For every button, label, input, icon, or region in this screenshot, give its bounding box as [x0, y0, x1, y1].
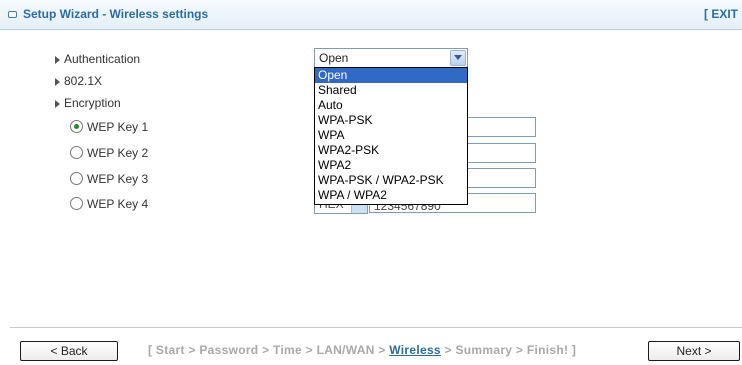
bullet-arrow-icon: [55, 56, 60, 64]
dropdown-option-wpa2[interactable]: WPA2: [315, 158, 467, 173]
wep-key-1-label: WEP Key 1: [87, 120, 149, 134]
header-bar: Setup Wizard - Wireless settings [ EXIT: [0, 0, 742, 30]
step-wireless-link[interactable]: Wireless: [389, 343, 441, 357]
dropdown-option-open[interactable]: Open: [315, 68, 467, 83]
authentication-select-value: Open: [319, 51, 349, 65]
window-icon: [8, 11, 17, 18]
authentication-select[interactable]: Open: [314, 48, 468, 68]
page-title: Setup Wizard - Wireless settings: [23, 7, 209, 21]
wep-key-3-label: WEP Key 3: [87, 172, 149, 186]
steps-prefix: [ Start > Password > Time > LAN/WAN >: [148, 343, 390, 357]
dropdown-option-wpa-psk[interactable]: WPA-PSK: [315, 113, 467, 128]
wep-key-4-label: WEP Key 4: [87, 197, 149, 211]
dropdown-option-wpa2-psk[interactable]: WPA2-PSK: [315, 143, 467, 158]
steps-suffix: > Summary > Finish! ]: [440, 343, 577, 357]
back-button[interactable]: < Back: [20, 341, 118, 361]
authentication-dropdown-list: Open Shared Auto WPA-PSK WPA WPA2-PSK WP…: [314, 67, 468, 205]
wep-key-2-label: WEP Key 2: [87, 146, 149, 160]
dropdown-option-wpa[interactable]: WPA: [315, 128, 467, 143]
wep-key-2-radio[interactable]: [70, 146, 83, 159]
exit-link[interactable]: [ EXIT: [704, 7, 738, 21]
dropdown-option-auto[interactable]: Auto: [315, 98, 467, 113]
bullet-arrow-icon: [55, 100, 60, 108]
footer-divider: [10, 327, 742, 328]
encryption-label: Encryption: [64, 96, 121, 110]
dropdown-option-shared[interactable]: Shared: [315, 83, 467, 98]
authentication-label: Authentication: [64, 52, 141, 66]
dropdown-option-wpa-psk-wpa2-psk[interactable]: WPA-PSK / WPA2-PSK: [315, 173, 467, 188]
dropdown-option-wpa-wpa2[interactable]: WPA / WPA2: [315, 188, 467, 203]
dot1x-label: 802.1X: [64, 74, 103, 88]
wizard-steps-breadcrumb: [ Start > Password > Time > LAN/WAN > Wi…: [148, 343, 576, 357]
wep-key-3-radio[interactable]: [70, 172, 83, 185]
wep-key-1-radio[interactable]: [70, 120, 83, 133]
next-button[interactable]: Next >: [648, 341, 740, 361]
chevron-down-icon[interactable]: [450, 50, 466, 66]
wep-key-4-radio[interactable]: [70, 197, 83, 210]
bullet-arrow-icon: [55, 78, 60, 86]
